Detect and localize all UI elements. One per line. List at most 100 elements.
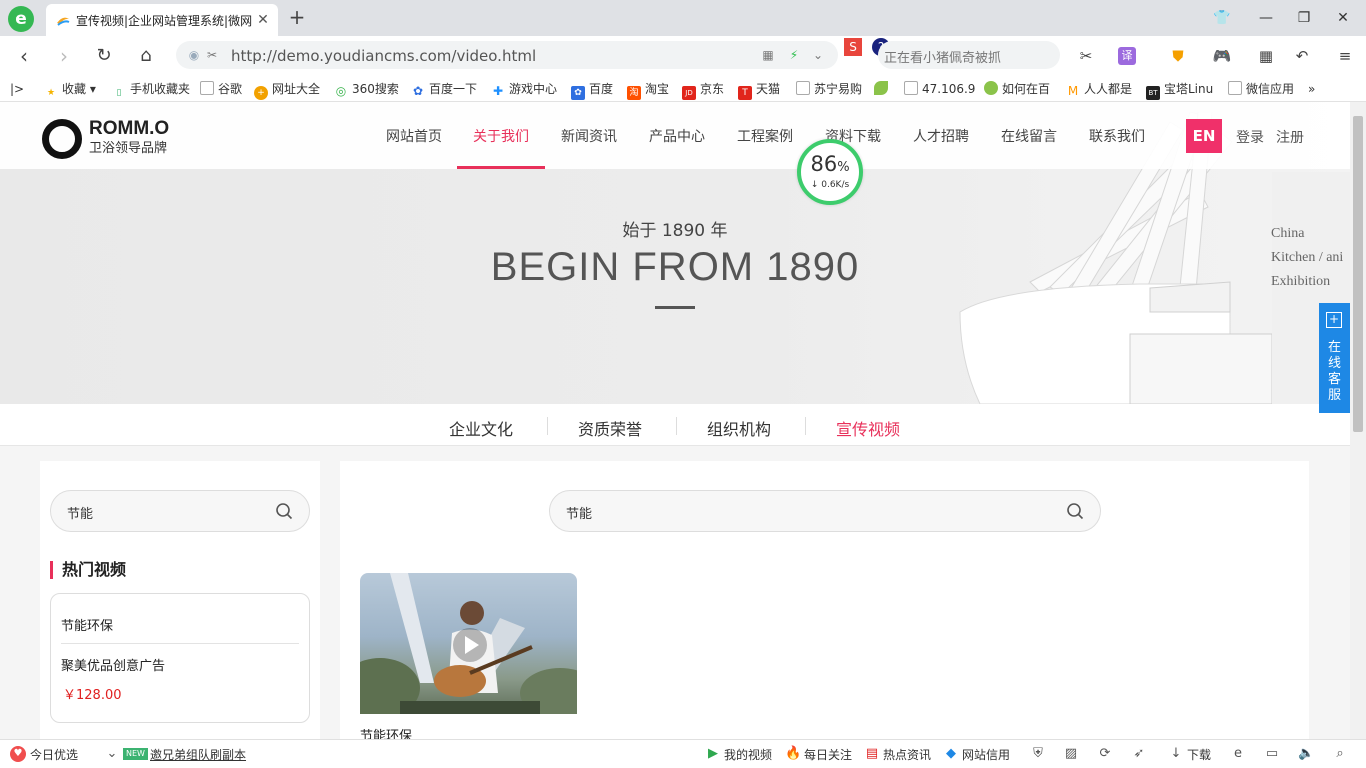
s-extension-icon[interactable]: S [844, 38, 862, 56]
logo-ring-icon[interactable] [42, 119, 82, 159]
language-en-button[interactable]: EN [1186, 119, 1222, 153]
sound-icon[interactable]: 🔈 [1298, 746, 1314, 762]
new-tab-icon[interactable]: + [286, 6, 308, 28]
video-card[interactable]: 节能环保 [360, 573, 577, 739]
window-close-icon[interactable]: ✕ [1331, 6, 1355, 30]
status-promo-link[interactable]: 邀兄弟组队刷副本 [150, 746, 246, 763]
bookmark-item[interactable]: ★ 收藏 ▾ [44, 80, 96, 98]
search-icon[interactable] [1066, 502, 1084, 520]
nav-contact[interactable]: 联系我们 [1089, 126, 1145, 146]
address-bar[interactable]: ◉ ✂ http://demo.youdiancms.com/video.htm… [176, 41, 838, 69]
scrollbar-thumb[interactable] [1353, 116, 1363, 432]
bookmark-item[interactable]: ✿ 百度一下 [411, 80, 477, 98]
video-title[interactable]: 节能环保 [360, 725, 412, 739]
browser-search-placeholder[interactable]: 正在看小猪佩奇被抓 [884, 47, 1001, 66]
rocket-icon[interactable]: ➶ [1131, 746, 1147, 762]
hot-video-item[interactable]: 节能环保 [61, 615, 113, 634]
nav-cases[interactable]: 工程案例 [737, 126, 793, 146]
insecure-icon[interactable]: ✂ [204, 47, 220, 63]
logo-name[interactable]: ROMM.O [89, 118, 169, 140]
maximize-icon[interactable]: ❐ [1292, 6, 1316, 30]
address-url[interactable]: http://demo.youdiancms.com/video.html [231, 47, 536, 65]
bookmark-item[interactable] [874, 80, 892, 98]
register-link[interactable]: 注册 [1276, 127, 1304, 147]
status-site-credit[interactable]: 网站信用 [962, 746, 1010, 763]
browser-search-box[interactable]: 正在看小猪佩奇被抓 [878, 41, 1060, 69]
nav-jobs[interactable]: 人才招聘 [913, 126, 969, 146]
nav-about[interactable]: 关于我们 [473, 126, 529, 146]
minimize-icon[interactable]: — [1254, 6, 1278, 30]
undo-icon[interactable]: ↶ [1290, 44, 1314, 68]
bookmark-item[interactable]: T 天猫 [738, 80, 780, 100]
nav-home[interactable]: 网站首页 [386, 126, 442, 146]
adblock-icon[interactable]: ⛊ [1166, 44, 1190, 68]
login-link[interactable]: 登录 [1236, 127, 1264, 147]
status-hot-news[interactable]: 热点资讯 [883, 746, 931, 763]
status-daily-picks[interactable]: 今日优选 [30, 746, 78, 763]
refresh-icon[interactable]: ↻ [92, 44, 116, 68]
network-speed-widget[interactable]: 86% ↓ 0.6K/s [797, 139, 863, 205]
main-search-input[interactable]: 节能 [549, 490, 1101, 532]
bookmark-item[interactable]: BT 宝塔Linu [1146, 80, 1213, 100]
screenshot-icon[interactable]: ✂ [1074, 44, 1098, 68]
home-icon[interactable]: ⌂ [134, 44, 158, 68]
bookmark-item[interactable]: ▯ 手机收藏夹 [112, 80, 191, 98]
hot-video-item[interactable]: 聚美优品创意广告 [61, 655, 165, 674]
browser-tab[interactable]: 宣传视频|企业网站管理系统|微网 ✕ [46, 4, 278, 36]
site-info-icon[interactable]: ◉ [186, 47, 202, 63]
play-icon[interactable] [452, 627, 488, 663]
bookmark-item[interactable]: ✚ 游戏中心 [491, 80, 557, 98]
nav-news[interactable]: 新闻资讯 [561, 126, 617, 146]
status-my-videos[interactable]: 我的视频 [724, 746, 772, 763]
security-shield-icon[interactable]: ⛨ [1030, 746, 1046, 762]
zoom-search-icon[interactable]: ⌕ [1332, 746, 1348, 762]
bookmark-item[interactable]: 47.106.9 [904, 80, 975, 98]
bookmark-item[interactable]: JD 京东 [682, 80, 724, 100]
bookmark-item[interactable]: 如何在百 [984, 80, 1050, 98]
chevron-down-icon[interactable]: ⌄ [104, 746, 120, 762]
download-icon[interactable]: ↓ [1168, 746, 1184, 762]
sidebar-search-input[interactable]: 节能 [50, 490, 310, 532]
sidebar-search-value[interactable]: 节能 [67, 503, 93, 522]
bookmark-item[interactable]: ◎ 360搜索 [334, 80, 399, 98]
bookmark-item[interactable]: + 网址大全 [254, 80, 320, 100]
address-dropdown-icon[interactable]: ⌄ [810, 47, 826, 63]
accelerate-icon[interactable]: ⚡ [786, 47, 802, 63]
subnav-culture[interactable]: 企业文化 [449, 416, 513, 440]
tab-close-icon[interactable]: ✕ [254, 11, 272, 29]
main-search-value[interactable]: 节能 [566, 503, 592, 522]
window-icon[interactable]: ▭ [1264, 746, 1280, 762]
nav-products[interactable]: 产品中心 [649, 126, 705, 146]
browser-menu-icon[interactable]: ≡ [1333, 44, 1357, 68]
refresh-circle-icon[interactable]: ⟳ [1097, 746, 1113, 762]
bookmark-item[interactable]: 微信应用 [1228, 80, 1294, 98]
image-icon[interactable]: ▨ [1063, 746, 1079, 762]
forward-icon[interactable]: › [52, 44, 76, 68]
bookmarks-more-icon[interactable]: » [1308, 80, 1315, 98]
apps-grid-icon[interactable]: ▦ [1254, 44, 1278, 68]
bookmark-item[interactable]: M 人人都是 [1066, 80, 1132, 98]
skin-icon[interactable]: 👕 [1210, 6, 1234, 30]
translate-icon[interactable]: 译 [1118, 47, 1136, 65]
nav-message[interactable]: 在线留言 [1001, 126, 1057, 146]
qr-code-icon[interactable]: ▦ [760, 47, 776, 63]
bookmark-item[interactable]: ✿ 百度 [571, 80, 613, 100]
status-daily-follow[interactable]: 每日关注 [804, 746, 852, 763]
bookmark-item[interactable]: 淘淘宝 [627, 80, 669, 100]
back-icon[interactable]: ‹ [12, 44, 36, 68]
speed-rate: ↓ 0.6K/s [810, 180, 850, 190]
video-thumbnail[interactable] [360, 573, 577, 714]
subnav-organization[interactable]: 组织机构 [707, 416, 771, 440]
subnav-videos[interactable]: 宣传视频 [836, 416, 900, 440]
bookmark-item[interactable]: 谷歌 [200, 80, 242, 98]
edge-icon[interactable]: e [1230, 746, 1246, 762]
bookmarks-toggle-icon[interactable]: |> [10, 80, 24, 98]
online-service-widget[interactable]: + 在线客服 [1319, 303, 1350, 413]
page-scrollbar[interactable] [1350, 102, 1366, 739]
browser-logo-icon[interactable]: e [8, 6, 34, 32]
status-download[interactable]: 下载 [1187, 746, 1211, 763]
bookmark-item[interactable]: 苏宁易购 [796, 80, 862, 98]
search-icon[interactable] [275, 502, 293, 520]
game-icon[interactable]: 🎮 [1210, 44, 1234, 68]
subnav-honors[interactable]: 资质荣誉 [578, 416, 642, 440]
